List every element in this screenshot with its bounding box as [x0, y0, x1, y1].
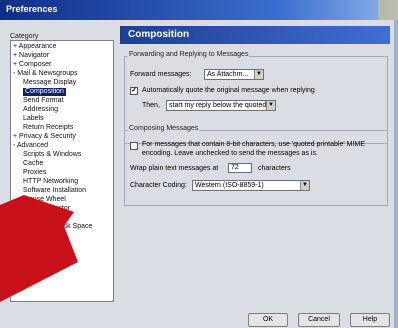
reply-position-select[interactable]: start my reply below the quoted t... ▼ [166, 100, 276, 111]
tree-item-labels[interactable]: Labels [23, 115, 44, 123]
auto-quote-checkbox[interactable]: ✓ [130, 87, 138, 95]
category-tree[interactable]: + Appearance + Navigator + Composer - Ma… [10, 40, 114, 302]
tree-item-privacy-security[interactable]: + Privacy & Security [13, 133, 76, 141]
wrap-width-input[interactable]: 72 [228, 163, 252, 173]
wrap-label: Wrap plain text messages at [130, 165, 219, 172]
quoted-printable-line1: For messages that contain 8-bit characte… [142, 141, 365, 148]
tree-item-cache[interactable]: Cache [23, 160, 43, 168]
then-label: Then, [142, 102, 160, 109]
tree-item-navigator[interactable]: + Navigator [13, 52, 49, 60]
window-edge [394, 20, 398, 328]
panel-header: Composition [120, 26, 390, 44]
tree-item-message-display[interactable]: Message Display [23, 79, 76, 87]
tree-item-composition[interactable]: Composition [23, 88, 66, 96]
dropdown-arrow-icon: ▼ [300, 181, 309, 190]
reply-position-value: start my reply below the quoted t... [169, 102, 276, 109]
tree-item-proxies[interactable]: Proxies [23, 169, 46, 177]
character-coding-select[interactable]: Western (ISO-8859-1) ▼ [192, 180, 310, 191]
tree-item-composer[interactable]: + Composer [13, 61, 51, 69]
ok-button[interactable]: OK [248, 313, 288, 327]
help-button[interactable]: Help [350, 313, 390, 327]
quoted-printable-line2: encoding. Leave unchecked to send the me… [142, 150, 318, 157]
quoted-printable-checkbox[interactable] [130, 142, 138, 150]
title-bar-accent [378, 0, 398, 20]
character-coding-value: Western (ISO-8859-1) [195, 182, 264, 189]
tree-item-mail-newsgroups[interactable]: - Mail & Newsgroups [13, 70, 78, 78]
dropdown-arrow-icon: ▼ [254, 70, 263, 79]
wrap-unit-label: characters [258, 165, 291, 172]
panel-title: Composition [128, 29, 190, 40]
forward-messages-label: Forward messages: [130, 71, 192, 78]
tree-item-mouse-wheel[interactable]: Mouse Wheel [23, 196, 66, 204]
composition-panel: Composition Forwarding and Replying to M… [120, 26, 390, 304]
tree-item-software-installation[interactable]: Software Installation [23, 187, 86, 195]
forward-messages-select[interactable]: As Attachm... ▼ [204, 69, 264, 80]
character-coding-label: Character Coding: [130, 182, 187, 189]
tree-item-advanced[interactable]: - Advanced [13, 142, 48, 150]
tree-item-scripts-windows[interactable]: Scripts & Windows [23, 151, 81, 159]
tree-item-send-format[interactable]: Send Format [23, 97, 63, 105]
forward-messages-value: As Attachm... [207, 71, 249, 78]
preferences-window: Preferences Category + Appearance + Navi… [0, 0, 398, 328]
tree-item-appearance[interactable]: + Appearance [13, 43, 56, 51]
window-title: Preferences [6, 4, 58, 14]
title-bar[interactable]: Preferences [0, 0, 398, 20]
tree-item-return-receipts[interactable]: Return Receipts [23, 124, 73, 132]
tree-item-dom-inspector[interactable]: DOM Inspector [23, 205, 70, 213]
cancel-button[interactable]: Cancel [298, 313, 340, 327]
tree-item-http-networking[interactable]: HTTP Networking [23, 178, 78, 186]
tree-item-disk-space[interactable]: Disk Space [57, 223, 92, 231]
dropdown-arrow-icon: ▼ [266, 101, 275, 110]
forwarding-group-title: Forwarding and Replying to Messages [128, 51, 250, 58]
composing-group-title: Composing Messages [128, 125, 200, 132]
tree-item-addressing[interactable]: Addressing [23, 106, 58, 114]
category-label: Category [10, 33, 39, 40]
auto-quote-label: Automatically quote the original message… [142, 87, 315, 94]
tree-item-system[interactable]: stem [41, 214, 56, 222]
